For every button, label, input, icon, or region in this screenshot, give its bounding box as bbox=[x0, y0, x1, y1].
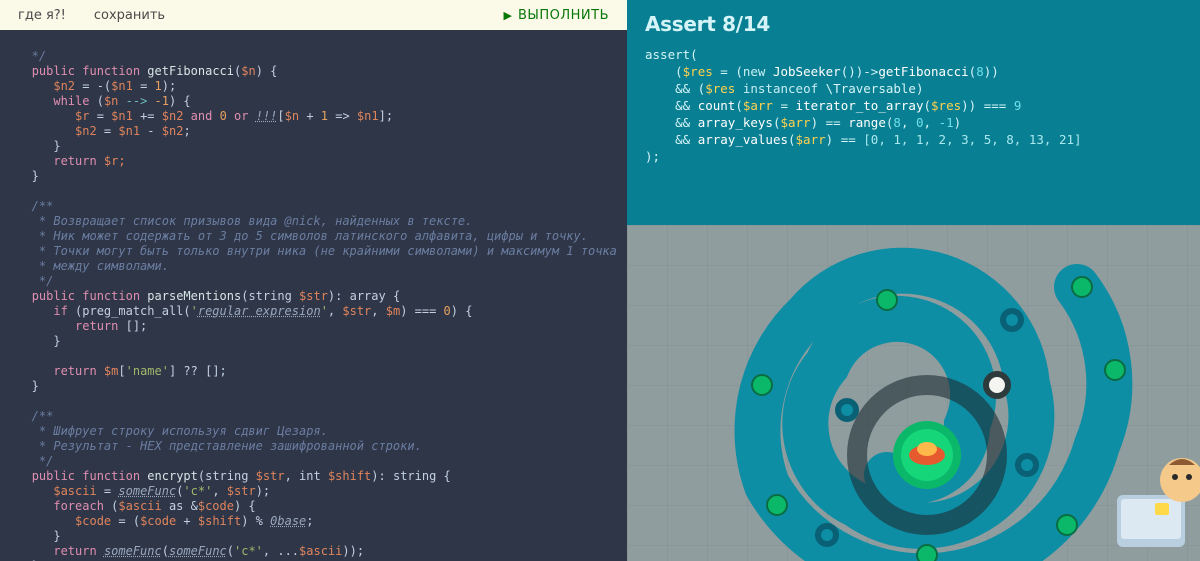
editor-toolbar: где я?! сохранить ▶ ВЫПОЛНИТЬ bbox=[0, 0, 627, 30]
play-icon: ▶ bbox=[504, 9, 512, 22]
assert-panel: Assert 8/14 assert( ($res = (new JobSeek… bbox=[627, 0, 1200, 225]
level-map-panel: Уровень 3 bbox=[627, 225, 1200, 561]
save-link[interactable]: сохранить bbox=[94, 8, 165, 23]
run-button[interactable]: ▶ ВЫПОЛНИТЬ bbox=[504, 8, 610, 23]
assert-code: assert( ($res = (new JobSeeker())->getFi… bbox=[645, 46, 1182, 165]
assert-title: Assert 8/14 bbox=[645, 12, 1182, 36]
run-label: ВЫПОЛНИТЬ bbox=[518, 8, 609, 23]
level-map-icon[interactable] bbox=[627, 225, 1200, 561]
where-am-i-link[interactable]: где я?! bbox=[18, 8, 66, 23]
editor-pane: где я?! сохранить ▶ ВЫПОЛНИТЬ */ public … bbox=[0, 0, 627, 561]
code-editor[interactable]: */ public function getFibonacci($n) { $n… bbox=[0, 30, 627, 561]
